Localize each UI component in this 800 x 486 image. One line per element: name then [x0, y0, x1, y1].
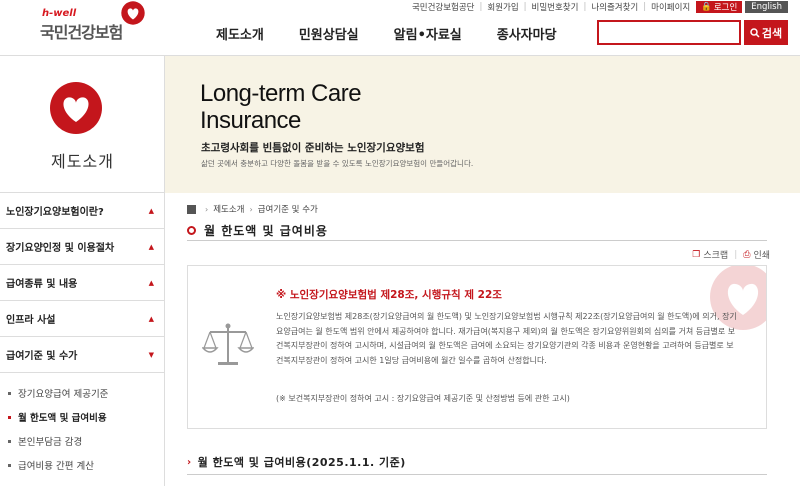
sidebar-item-certification[interactable]: 장기요양인정 및 이용절차 ▲ — [0, 229, 164, 265]
caret-up-icon: ▲ — [148, 314, 154, 323]
search-icon — [750, 27, 760, 38]
sidebar-item-label: 인프라 사설 — [6, 315, 56, 326]
util-divider: | — [643, 1, 647, 12]
law-note: (※ 보건복지부장관이 정하여 고시 : 장기요양급여 제공기준 및 산정방법 … — [276, 394, 570, 403]
bullet-icon — [8, 415, 11, 419]
submenu-item-copay-reduction[interactable]: 본인부담금 감경 — [0, 429, 164, 453]
sidebar-item-benefit-standards[interactable]: 급여기준 및 수가 ▼ — [0, 337, 164, 373]
submenu-item-provision-standards[interactable]: 장기요양급여 제공기준 — [0, 381, 164, 405]
caret-up-icon: ▲ — [148, 242, 154, 251]
print-icon: ⎙ — [743, 249, 751, 260]
util-divider: | — [479, 1, 483, 12]
law-info-box: ※ 노인장기요양보험법 제28조, 시행규칙 제 22조 노인장기요양보험법 제… — [187, 265, 767, 429]
sidebar-item-label: 노인장기요양보험이란? — [6, 207, 104, 218]
logo-text: 국민건강보험 — [40, 23, 123, 42]
nav-item-worker-yard[interactable]: 종사자마당 — [497, 24, 557, 43]
site-header: h-well 국민건강보험 국민건강보험공단 | 회원가입 | 비밀번호찾기 |… — [0, 0, 800, 56]
sidebar-item-label: 급여종류 및 내용 — [6, 279, 78, 290]
law-heading: ※ 노인장기요양보험법 제28조, 시행규칙 제 22조 — [276, 289, 502, 301]
bullet-icon — [8, 463, 11, 467]
util-divider: | — [523, 1, 527, 12]
banner-description: 삶던 곳에서 충분하고 다양한 돌봄을 받을 수 있도록 노인장기요양보험이 만… — [201, 159, 474, 168]
tools-divider: | — [734, 249, 738, 260]
home-icon[interactable] — [187, 204, 196, 214]
breadcrumb: › 제도소개 › 급여기준 및 수가 — [187, 203, 318, 215]
search-button[interactable]: 검색 — [744, 20, 788, 45]
title-ring-icon — [187, 226, 196, 235]
login-button[interactable]: 🔒 로그인 — [696, 0, 743, 13]
submenu-item-monthly-limit[interactable]: 월 한도액 및 급여비용 — [0, 405, 164, 429]
scrap-button[interactable]: 스크랩 — [703, 248, 728, 261]
sidebar-item-infrastructure[interactable]: 인프라 사설 ▲ — [0, 301, 164, 337]
banner-subtitle: 초고령사회를 빈틈없이 준비하는 노인장기요양보험 — [201, 142, 425, 154]
sidebar-item-label: 급여기준 및 수가 — [6, 351, 78, 362]
caret-down-icon: ▼ — [148, 350, 154, 359]
utility-nav: 국민건강보험공단 | 회원가입 | 비밀번호찾기 | 나의즐겨찾기 | 마이페이… — [412, 0, 788, 13]
breadcrumb-item[interactable]: 급여기준 및 수가 — [258, 203, 318, 215]
sidebar: 제도소개 노인장기요양보험이란? ▲ 장기요양인정 및 이용절차 ▲ 급여종류 … — [0, 56, 165, 486]
util-link-find-password[interactable]: 비밀번호찾기 — [532, 1, 579, 13]
lock-icon: 🔒 — [701, 1, 712, 12]
chevron-right-icon: › — [249, 204, 253, 214]
caret-up-icon: ▲ — [148, 278, 154, 287]
nav-item-notice-resources[interactable]: 알림•자료실 — [394, 24, 462, 43]
banner-title-line1: Long-term Care — [200, 80, 362, 107]
util-link-favorites[interactable]: 나의즐겨찾기 — [591, 1, 638, 13]
sidebar-item-ltc-insurance[interactable]: 노인장기요양보험이란? ▲ — [0, 193, 164, 229]
page-tools: ❐ 스크랩 | ⎙ 인쇄 — [692, 248, 770, 262]
search-button-label: 검색 — [761, 26, 783, 40]
submenu-item-label: 월 한도액 및 급여비용 — [18, 413, 107, 424]
breadcrumb-item[interactable]: 제도소개 — [213, 203, 244, 215]
sidebar-submenu: 장기요양급여 제공기준 월 한도액 및 급여비용 본인부담금 감경 급여비용 간… — [0, 373, 164, 477]
law-body-text: 노인장기요양보험법 제28조(장기요양급여의 월 한도액) 및 노인장기요양보험… — [276, 312, 737, 365]
heart-icon — [50, 82, 102, 134]
logo-tagline: h-well — [42, 8, 77, 19]
search-box — [597, 20, 741, 45]
scrap-icon: ❐ — [692, 249, 701, 260]
search-input[interactable] — [599, 24, 739, 45]
nav-item-system-intro[interactable]: 제도소개 — [216, 24, 264, 43]
submenu-item-label: 본인부담금 감경 — [18, 437, 83, 448]
chevron-right-icon: › — [205, 204, 209, 214]
submenu-item-label: 장기요양급여 제공기준 — [18, 389, 109, 400]
banner-title: Long-term Care Insurance — [200, 80, 362, 134]
submenu-item-cost-calculator[interactable]: 급여비용 간편 계산 — [0, 453, 164, 477]
chevron-right-icon: › — [187, 456, 192, 468]
page-title-text: 월 한도액 및 급여비용 — [204, 224, 328, 238]
util-link-join[interactable]: 회원가입 — [487, 1, 518, 13]
main-content: › 제도소개 › 급여기준 및 수가 월 한도액 및 급여비용 ❐ 스크랩 | … — [165, 193, 800, 486]
divider — [187, 474, 767, 475]
section-title-text: 월 한도액 및 급여비용(2025.1.1. 기준) — [197, 456, 406, 469]
divider — [187, 240, 767, 241]
english-button[interactable]: English — [745, 0, 788, 13]
util-link-nhis[interactable]: 국민건강보험공단 — [412, 1, 475, 13]
sidebar-title: 제도소개 — [51, 152, 114, 171]
logo-heart-icon — [121, 1, 145, 25]
nav-item-civil-counsel[interactable]: 민원상담실 — [299, 24, 359, 43]
main-nav: 제도소개 민원상담실 알림•자료실 종사자마당 — [216, 24, 592, 43]
login-label: 로그인 — [713, 2, 738, 13]
banner-title-line2: Insurance — [200, 107, 301, 134]
section-title: › 월 한도액 및 급여비용(2025.1.1. 기준) — [187, 454, 406, 470]
caret-up-icon: ▲ — [148, 206, 154, 215]
sidebar-header: 제도소개 — [0, 56, 165, 193]
scales-of-justice-icon — [202, 323, 254, 365]
sidebar-item-benefit-types[interactable]: 급여종류 및 내용 ▲ — [0, 265, 164, 301]
submenu-item-label: 급여비용 간편 계산 — [18, 461, 94, 472]
sidebar-item-label: 장기요양인정 및 이용절차 — [6, 243, 115, 254]
bullet-icon — [8, 439, 11, 443]
print-button[interactable]: 인쇄 — [753, 248, 770, 261]
page-title: 월 한도액 및 급여비용 — [187, 222, 328, 239]
util-link-mypage[interactable]: 마이페이지 — [651, 1, 690, 13]
util-divider: | — [583, 1, 587, 12]
hero-banner: Long-term Care Insurance 초고령사회를 빈틈없이 준비하… — [165, 56, 800, 193]
bullet-icon — [8, 391, 11, 395]
